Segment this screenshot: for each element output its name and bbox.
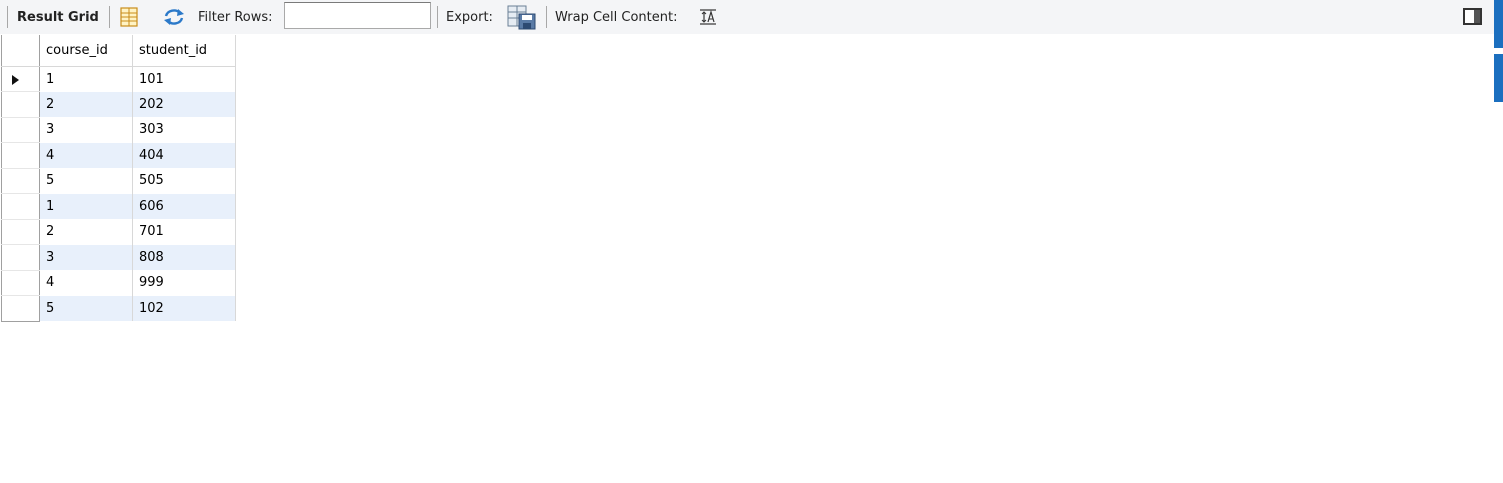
row-header[interactable] <box>1 168 40 194</box>
filter-rows-input[interactable] <box>284 2 431 29</box>
toolbar-separator <box>109 6 110 28</box>
table-row[interactable]: 4 999 <box>1 270 236 296</box>
row-header[interactable] <box>1 193 40 220</box>
filter-rows-label-wrap: Filter Rows: <box>198 0 273 34</box>
panel-toggle-icon[interactable] <box>1463 8 1482 25</box>
cell-student-id[interactable]: 102 <box>132 295 236 321</box>
cell-course-id[interactable]: 3 <box>39 117 133 143</box>
wrap-cell-content-button[interactable] <box>699 0 717 34</box>
row-header-corner[interactable] <box>1 35 40 67</box>
cell-course-id[interactable]: 3 <box>39 244 133 270</box>
table-row[interactable]: 3 808 <box>1 244 236 271</box>
table-row[interactable]: 1 101 <box>1 66 236 92</box>
column-header-course-id[interactable]: course_id <box>39 35 133 67</box>
row-header[interactable] <box>1 244 40 271</box>
cell-course-id[interactable]: 4 <box>39 142 133 168</box>
header-row: course_id student_id <box>1 35 236 67</box>
table-row[interactable]: 5 102 <box>1 295 236 322</box>
row-header[interactable] <box>1 91 40 118</box>
current-row-pointer-icon <box>12 74 19 85</box>
result-grid: course_id student_id 1 101 2 202 3 303 4 404 5 50… <box>1 35 236 322</box>
filter-rows-label: Filter Rows: <box>198 9 273 25</box>
toolbar-separator <box>7 6 8 28</box>
cell-student-id[interactable]: 202 <box>132 91 236 117</box>
wrap-label-wrap: Wrap Cell Content: <box>555 0 677 34</box>
cell-student-id[interactable]: 404 <box>132 142 236 168</box>
side-panel-tab[interactable] <box>1494 0 1503 48</box>
cell-student-id[interactable]: 101 <box>132 66 236 92</box>
table-row[interactable]: 3 303 <box>1 117 236 143</box>
grid-body: 1 101 2 202 3 303 4 404 5 505 1 606 2 701 3 808 4 999 5 102 <box>1 66 236 322</box>
result-grid-label: Result Grid <box>17 9 99 25</box>
form-editor-button[interactable] <box>119 0 139 34</box>
cell-course-id[interactable]: 1 <box>39 193 133 219</box>
row-header[interactable] <box>1 270 40 296</box>
row-header[interactable] <box>1 142 40 169</box>
result-grid-tab[interactable]: Result Grid <box>17 0 99 34</box>
refresh-icon <box>164 9 184 25</box>
toolbar-separator <box>437 6 438 28</box>
row-header[interactable] <box>1 66 40 92</box>
toolbar-separator <box>546 6 547 28</box>
export-button[interactable] <box>507 0 537 34</box>
cell-course-id[interactable]: 5 <box>39 168 133 194</box>
side-panel-tab[interactable] <box>1494 54 1503 102</box>
cell-student-id[interactable]: 808 <box>132 244 236 270</box>
cell-student-id[interactable]: 606 <box>132 193 236 219</box>
export-icon <box>507 5 536 30</box>
cell-student-id[interactable]: 303 <box>132 117 236 143</box>
row-header[interactable] <box>1 219 40 245</box>
table-row[interactable]: 2 701 <box>1 219 236 245</box>
cell-course-id[interactable]: 2 <box>39 91 133 117</box>
table-row[interactable]: 2 202 <box>1 91 236 118</box>
cell-course-id[interactable]: 2 <box>39 219 133 245</box>
cell-student-id[interactable]: 505 <box>132 168 236 194</box>
cell-course-id[interactable]: 4 <box>39 270 133 296</box>
refresh-button[interactable] <box>162 0 186 34</box>
column-header-student-id[interactable]: student_id <box>132 35 236 67</box>
wrap-text-icon <box>700 9 716 25</box>
cell-course-id[interactable]: 5 <box>39 295 133 321</box>
row-header[interactable] <box>1 117 40 143</box>
export-label: Export: <box>446 9 493 25</box>
export-label-wrap: Export: <box>446 0 493 34</box>
grid-form-icon <box>120 7 138 27</box>
cell-student-id[interactable]: 999 <box>132 270 236 296</box>
result-grid-toolbar: Result Grid Filter Rows: Export: Wrap Ce… <box>0 0 1503 34</box>
cell-course-id[interactable]: 1 <box>39 66 133 92</box>
table-row[interactable]: 1 606 <box>1 193 236 220</box>
cell-student-id[interactable]: 701 <box>132 219 236 245</box>
table-row[interactable]: 5 505 <box>1 168 236 194</box>
table-row[interactable]: 4 404 <box>1 142 236 169</box>
row-header[interactable] <box>1 295 40 322</box>
wrap-cell-content-label: Wrap Cell Content: <box>555 9 678 25</box>
